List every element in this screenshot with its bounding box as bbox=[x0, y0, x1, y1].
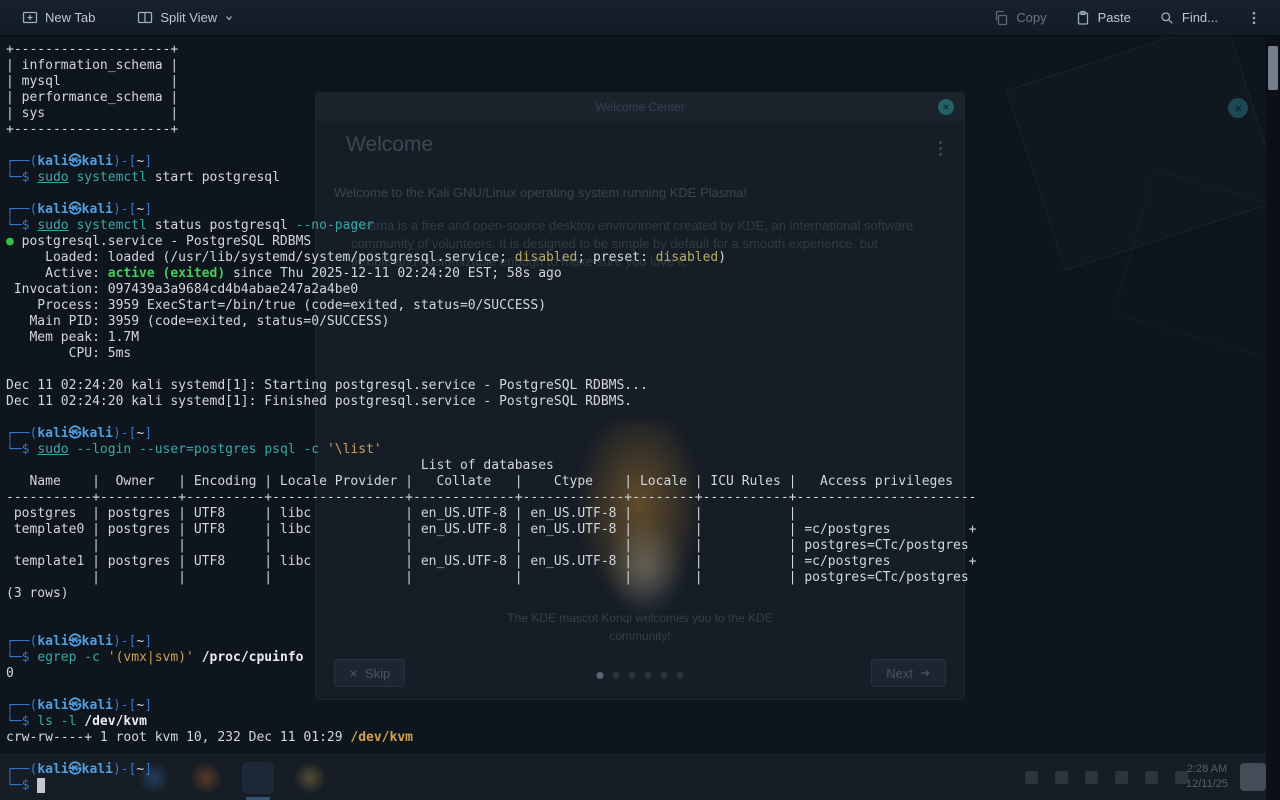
paste-icon bbox=[1075, 10, 1091, 26]
find-button[interactable]: Find... bbox=[1151, 5, 1226, 31]
split-view-icon bbox=[137, 10, 153, 26]
copy-label: Copy bbox=[1016, 10, 1046, 25]
paste-label: Paste bbox=[1098, 10, 1131, 25]
overflow-menu-button[interactable] bbox=[1238, 5, 1270, 31]
copy-icon bbox=[993, 10, 1009, 26]
find-label: Find... bbox=[1182, 10, 1218, 25]
split-view-label: Split View bbox=[160, 10, 217, 25]
scrollbar-thumb[interactable] bbox=[1268, 46, 1278, 90]
search-icon bbox=[1159, 10, 1175, 26]
chevron-down-icon bbox=[224, 13, 234, 23]
new-tab-button[interactable]: New Tab bbox=[14, 5, 103, 31]
new-tab-icon bbox=[22, 10, 38, 26]
split-view-button[interactable]: Split View bbox=[129, 5, 242, 31]
copy-button[interactable]: Copy bbox=[985, 5, 1054, 31]
terminal-output[interactable]: +--------------------+| information_sche… bbox=[0, 36, 1266, 800]
new-tab-label: New Tab bbox=[45, 10, 95, 25]
paste-button[interactable]: Paste bbox=[1067, 5, 1139, 31]
terminal-toolbar: New Tab Split View Copy Paste Find... bbox=[0, 0, 1280, 36]
scrollbar[interactable] bbox=[1266, 36, 1280, 800]
kebab-menu-icon bbox=[1246, 10, 1262, 26]
